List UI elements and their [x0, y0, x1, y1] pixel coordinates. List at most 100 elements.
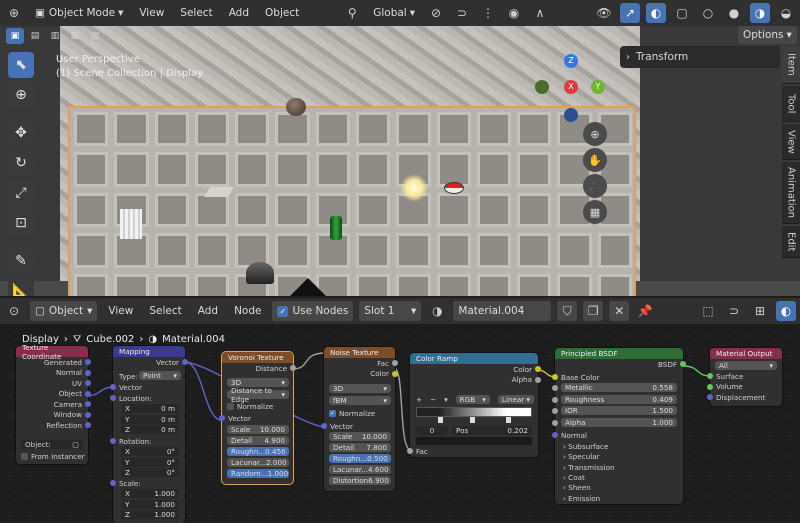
normalize-checkbox[interactable]: Normalize [227, 402, 273, 411]
chevron-down-icon[interactable]: ▾ [444, 395, 448, 404]
menu-object[interactable]: Object [260, 3, 304, 23]
noise-type-select[interactable]: fBM ▾ [329, 396, 391, 405]
input-socket[interactable] [110, 438, 116, 444]
input-socket[interactable] [552, 419, 558, 426]
input-socket[interactable] [110, 384, 116, 390]
output-socket[interactable] [392, 360, 398, 366]
rotate-tool-icon[interactable]: ↻ [8, 150, 34, 176]
value-field[interactable]: Lacunar... 2.000 [227, 458, 289, 467]
annotate-tool-icon[interactable]: ✎ [8, 248, 34, 274]
select-extend-icon[interactable]: ▤ [26, 28, 44, 44]
menu-view[interactable]: View [134, 3, 169, 23]
add-stop-icon[interactable]: + [416, 395, 422, 404]
transform-tool-icon[interactable]: ⊡ [8, 210, 34, 236]
falloff-icon[interactable]: ∧ [530, 3, 550, 23]
select-tool-icon[interactable]: ⬉ [8, 52, 34, 78]
shading-rendered-icon[interactable]: ◒ [776, 3, 796, 23]
node-editor-canvas[interactable]: Display › ⛛ Cube.002 › ◑ Material.004 Te… [0, 326, 800, 523]
transform-orientation-select[interactable]: Global ▾ [368, 3, 420, 23]
value-field[interactable]: X 0 m [121, 404, 179, 413]
node-menu-node[interactable]: Node [229, 301, 266, 321]
input-socket[interactable] [552, 396, 558, 403]
select-intersect-icon[interactable]: ▧ [86, 28, 104, 44]
options-dropdown[interactable]: Options ▾ [738, 26, 797, 44]
gizmo-neg-z[interactable] [564, 108, 578, 122]
feature-select[interactable]: Distance to Edge ▾ [227, 386, 289, 404]
pin-icon[interactable]: 📌 [635, 301, 655, 321]
normalize-checkbox[interactable]: ✓ Normalize [329, 409, 375, 418]
value-field[interactable]: X 1.000 [121, 489, 179, 498]
type-select[interactable]: Point ▾ [139, 371, 181, 380]
axis-gizmo[interactable]: Z X Y [535, 54, 607, 126]
color-mode-select[interactable]: RGB ▾ [455, 395, 490, 404]
value-field[interactable]: Scale 10.000 [227, 425, 289, 434]
use-nodes-toggle[interactable]: ✓ Use Nodes [272, 301, 354, 321]
object-field[interactable]: Object: ▢ [21, 440, 83, 449]
value-field[interactable]: Scale 10.000 [329, 432, 391, 441]
node-texture-coordinate[interactable]: Texture Coordinate Generated Normal UV Obje… [16, 343, 91, 464]
mode-select[interactable]: ▣ Object Mode ▾ [30, 3, 128, 23]
camera-icon[interactable]: 🎥 [583, 174, 607, 198]
input-socket[interactable] [552, 432, 558, 438]
gizmo-y-axis[interactable]: Y [591, 80, 605, 94]
xray-icon[interactable]: ▢ [672, 3, 692, 23]
value-field[interactable]: Distortion 6.900 [329, 476, 391, 485]
stop-position-field[interactable]: Pos 0.202 [452, 426, 532, 435]
gizmo-toggle-icon[interactable]: ↗ [620, 3, 640, 23]
input-socket[interactable] [707, 373, 713, 379]
menu-select[interactable]: Select [175, 3, 217, 23]
snap-icon[interactable]: ⊃ [452, 3, 472, 23]
value-field[interactable]: Roughn... 0.456 [227, 447, 289, 456]
value-field[interactable]: Random... 1.000 [227, 469, 289, 478]
output-socket[interactable] [85, 359, 91, 365]
value-field[interactable]: Detail 4.900 [227, 436, 289, 445]
material-name-field[interactable]: Material.004 [453, 301, 552, 321]
input-socket[interactable] [110, 480, 116, 486]
snap-grid-icon[interactable]: ⊞ [750, 301, 770, 321]
helmet-object[interactable] [246, 262, 274, 284]
bsdf-panel-transmission[interactable]: › Transmission [563, 463, 615, 472]
cursor-tool-icon[interactable]: ⊕ [8, 82, 34, 108]
ramp-stop-handle[interactable] [506, 417, 511, 423]
shading-wire-icon[interactable]: ○ [698, 3, 718, 23]
shading-solid-icon[interactable]: ● [724, 3, 744, 23]
backdrop-icon[interactable]: ⬚ [698, 301, 718, 321]
from-instancer-checkbox[interactable]: From Instancer [21, 452, 85, 461]
value-field[interactable]: IOR 1.500 [561, 406, 677, 415]
ramp-gradient-bar[interactable] [416, 407, 532, 417]
stop-index-field[interactable]: 0 [416, 426, 448, 435]
value-field[interactable]: X 0° [121, 447, 179, 456]
node-color-ramp[interactable]: Color Ramp Color Alpha + − ▾ RGB ▾ Linear… [407, 353, 541, 457]
scale-tool-icon[interactable]: ⤢ [8, 180, 34, 206]
bsdf-panel-subsurface[interactable]: › Subsurface [563, 442, 608, 451]
unlink-material-icon[interactable]: ✕ [609, 301, 630, 321]
output-socket[interactable] [85, 369, 91, 376]
target-select[interactable]: All ▾ [715, 361, 777, 370]
material-browse-icon[interactable]: ◑ [427, 301, 447, 321]
snap-icon[interactable]: ⊃ [724, 301, 744, 321]
move-tool-icon[interactable]: ✥ [8, 120, 34, 146]
tab-item[interactable]: Item [782, 46, 800, 84]
node-menu-add[interactable]: Add [193, 301, 223, 321]
output-socket[interactable] [680, 361, 686, 367]
node-noise-texture[interactable]: Noise Texture Fac Color 3D ▾ fBM ▾ ✓ Normal… [321, 347, 398, 491]
input-socket[interactable] [321, 423, 327, 429]
pokeball-object[interactable] [444, 182, 464, 194]
input-socket[interactable] [407, 448, 413, 454]
input-socket[interactable] [110, 395, 116, 401]
output-socket[interactable] [290, 365, 296, 371]
visibility-icon[interactable]: 👁 [594, 3, 614, 23]
gizmo-neg-y[interactable] [535, 80, 549, 94]
node-menu-select[interactable]: Select [144, 301, 186, 321]
input-socket[interactable] [552, 385, 558, 391]
input-socket[interactable] [552, 374, 558, 380]
gizmo-x-axis[interactable]: X [564, 80, 578, 94]
measure-tool-icon[interactable]: 📐 [8, 278, 34, 296]
value-field[interactable]: Metallic 0.558 [561, 383, 677, 392]
value-field[interactable]: Z 1.000 [121, 510, 179, 519]
output-socket[interactable] [85, 422, 91, 428]
proportional-edit-icon[interactable]: ◉ [504, 3, 524, 23]
value-field[interactable]: Y 0 m [121, 414, 179, 424]
slot-select[interactable]: Slot 1 ▾ [359, 301, 422, 321]
sphere-object[interactable] [286, 98, 306, 116]
